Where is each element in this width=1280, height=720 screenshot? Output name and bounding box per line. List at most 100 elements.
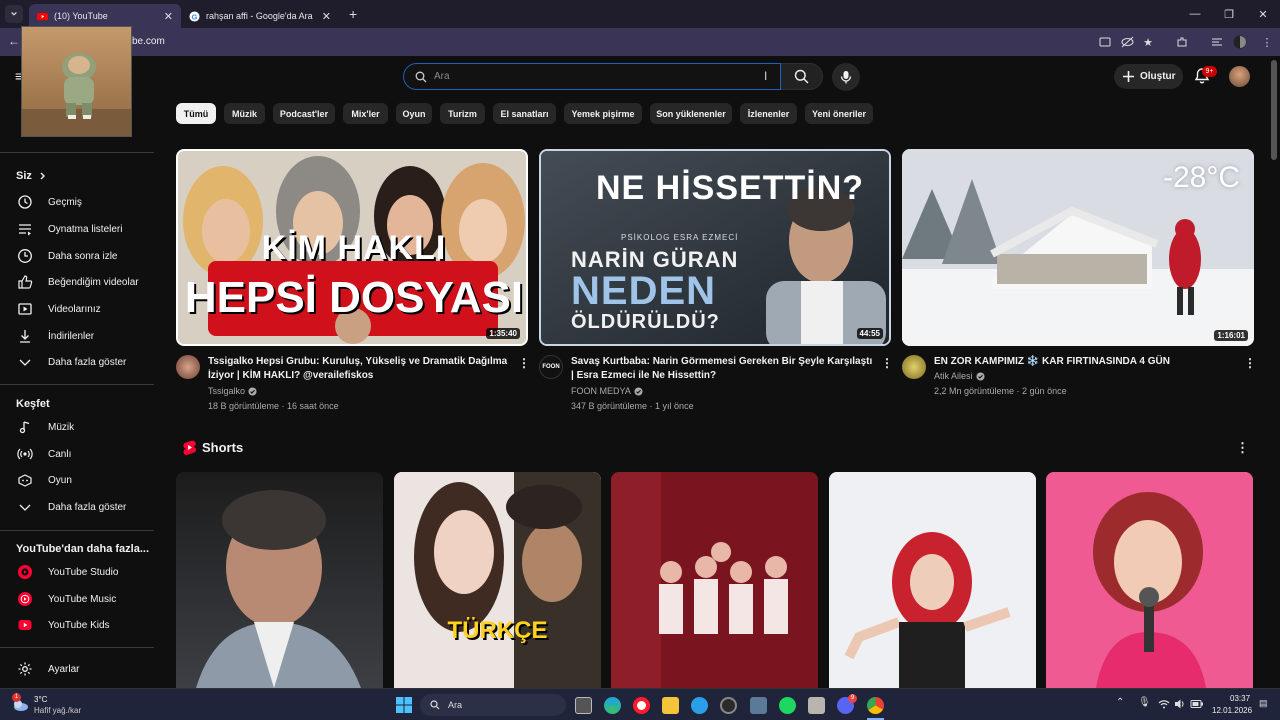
spotify-icon[interactable] <box>779 697 796 714</box>
sidebar-item-show-more[interactable]: Daha fazla göster <box>0 349 154 375</box>
video-title[interactable]: EN ZOR KAMPIMIZ ❄️ KAR FIRTINASINDA 4 GÜ… <box>934 355 1234 369</box>
chip-podcasts[interactable]: Podcast'ler <box>273 103 335 124</box>
video-menu-icon[interactable]: ⋮ <box>881 356 893 370</box>
video-title[interactable]: Tssigalko Hepsi Grubu: Kuruluş, Yükseliş… <box>208 355 508 383</box>
sidebar-item-youtube-studio[interactable]: YouTube Studio <box>0 559 154 585</box>
edge-browser-icon[interactable] <box>604 697 621 714</box>
plus-icon <box>1123 71 1134 82</box>
notification-center-icon[interactable]: ▤ <box>1259 698 1268 709</box>
close-tab-icon[interactable]: ✕ <box>164 10 173 23</box>
chip-watched[interactable]: İzlenenler <box>740 103 797 124</box>
chip-cooking[interactable]: Yemek pişirme <box>564 103 642 124</box>
weather-temp: 3°C <box>34 695 48 704</box>
windows-start-icon[interactable] <box>396 697 412 713</box>
chip-gaming[interactable]: Oyun <box>396 103 432 124</box>
channel-name-row[interactable]: Tssigalko <box>208 386 257 396</box>
channel-avatar[interactable] <box>176 355 200 379</box>
browser-menu-icon[interactable]: ⋮ <box>1259 34 1275 50</box>
cast-icon[interactable] <box>1097 34 1113 50</box>
sidebar-item-youtube-kids[interactable]: YouTube Kids <box>0 612 154 638</box>
close-window-icon[interactable]: ✕ <box>1246 0 1280 28</box>
video-thumbnail[interactable]: -28°C 1:16:01 <box>902 149 1254 346</box>
task-view-icon[interactable] <box>575 697 592 714</box>
volume-icon[interactable] <box>1174 698 1186 710</box>
channel-name-row[interactable]: Atik Ailesi <box>934 371 985 381</box>
tab-search-button[interactable] <box>5 5 23 23</box>
video-menu-icon[interactable]: ⋮ <box>518 356 530 370</box>
clock-time[interactable]: 03:37 <box>1230 694 1250 703</box>
video-title[interactable]: Savaş Kurtbaba: Narin Görmemesi Gereken … <box>571 355 877 383</box>
short-thumbnail[interactable] <box>1046 472 1253 688</box>
sidebar-item-history[interactable]: Geçmiş <box>0 189 154 215</box>
new-tab-button[interactable]: + <box>349 6 357 22</box>
chip-music[interactable]: Müzik <box>224 103 265 124</box>
short-thumbnail[interactable] <box>829 472 1036 688</box>
chip-crafts[interactable]: El sanatları <box>493 103 556 124</box>
short-image <box>829 472 1036 688</box>
video-thumbnail[interactable]: NE HİSSETTİN? PSİKOLOG ESRA EZMECİ NARİN… <box>539 149 891 346</box>
close-tab-icon[interactable]: ✕ <box>322 10 331 23</box>
sidebar-item-liked[interactable]: Beğendiğim videolar <box>0 269 154 295</box>
eye-off-icon[interactable] <box>1119 34 1135 50</box>
sidebar-item-show-more[interactable]: Daha fazla göster <box>0 494 154 520</box>
chrome-icon[interactable] <box>867 697 884 714</box>
tab-youtube[interactable]: (10) YouTube ✕ <box>29 4 181 28</box>
picture-in-picture-video[interactable] <box>21 26 132 137</box>
create-button[interactable]: Oluştur <box>1114 64 1183 89</box>
clock-date[interactable]: 12.01.2026 <box>1212 706 1252 715</box>
profile-icon[interactable] <box>1232 34 1248 50</box>
minimize-icon[interactable]: — <box>1178 0 1212 28</box>
bookmark-star-icon[interactable]: ★ <box>1140 34 1156 50</box>
search-button[interactable] <box>781 63 823 90</box>
chip-recently-uploaded[interactable]: Son yüklenenler <box>650 103 732 124</box>
search-input[interactable]: Ara I <box>403 63 781 90</box>
opera-icon[interactable] <box>633 697 650 714</box>
chip-travel[interactable]: Turizm <box>440 103 485 124</box>
file-explorer-icon[interactable] <box>662 697 679 714</box>
short-thumbnail[interactable]: TÜRKÇE <box>394 472 601 688</box>
back-arrow-icon[interactable]: ← <box>8 34 20 48</box>
sidebar-item-music[interactable]: Müzik <box>0 414 154 440</box>
short-thumbnail[interactable] <box>611 472 818 688</box>
photos-icon[interactable] <box>808 697 825 714</box>
chip-all[interactable]: Tümü <box>176 103 216 124</box>
chip-new-to-you[interactable]: Yeni öneriler <box>805 103 873 124</box>
battery-icon[interactable] <box>1190 698 1204 710</box>
sidebar-item-playlists[interactable]: Oynatma listeleri <box>0 216 154 242</box>
voice-search-button[interactable] <box>832 63 860 91</box>
search-icon <box>794 69 809 84</box>
weather-alert-badge: 1 <box>12 693 21 702</box>
chip-mixes[interactable]: Mix'ler <box>343 103 388 124</box>
youtube-studio-icon <box>18 565 32 579</box>
video-thumbnail[interactable]: KİM HAKLI HEPSİ DOSYASI 1:35:40 <box>176 149 528 346</box>
reading-list-icon[interactable] <box>1209 34 1225 50</box>
tab-google[interactable]: G rahşan affi - Google'da Ara ✕ <box>181 4 339 28</box>
channel-name: Atik Ailesi <box>934 371 973 381</box>
sidebar-item-settings[interactable]: Ayarlar <box>0 656 154 682</box>
channel-avatar[interactable] <box>902 355 926 379</box>
sidebar-you-header[interactable]: Siz <box>16 170 48 182</box>
page-scrollbar[interactable] <box>1271 60 1277 160</box>
tray-expand-icon[interactable]: ⌃ <box>1116 697 1124 708</box>
short-thumbnail[interactable] <box>176 472 383 688</box>
sidebar-item-live[interactable]: Canlı <box>0 441 154 467</box>
video-menu-icon[interactable]: ⋮ <box>1244 356 1256 370</box>
microphone-tray-icon[interactable]: 🎙 <box>1138 697 1151 708</box>
taskbar-search[interactable]: Ara <box>420 694 566 716</box>
sidebar-item-downloads[interactable]: İndirilenler <box>0 323 154 349</box>
extensions-icon[interactable] <box>1174 34 1190 50</box>
app-icon[interactable] <box>720 697 737 714</box>
account-avatar[interactable] <box>1229 66 1250 87</box>
sidebar-item-your-videos[interactable]: Videolarınız <box>0 296 154 322</box>
channel-avatar[interactable]: FOON <box>539 355 563 379</box>
shorts-menu-icon[interactable]: ⋮ <box>1236 440 1249 456</box>
app-icon[interactable] <box>750 697 767 714</box>
url-text[interactable]: be.com <box>132 36 165 47</box>
app-icon[interactable] <box>691 697 708 714</box>
channel-name-row[interactable]: FOON MEDYA <box>571 386 643 396</box>
sidebar-item-gaming[interactable]: Oyun <box>0 467 154 493</box>
sidebar-item-watch-later[interactable]: Daha sonra izle <box>0 243 154 269</box>
sidebar-item-youtube-music[interactable]: YouTube Music <box>0 586 154 612</box>
restore-icon[interactable]: ❐ <box>1212 0 1246 28</box>
wifi-icon[interactable] <box>1158 698 1170 710</box>
